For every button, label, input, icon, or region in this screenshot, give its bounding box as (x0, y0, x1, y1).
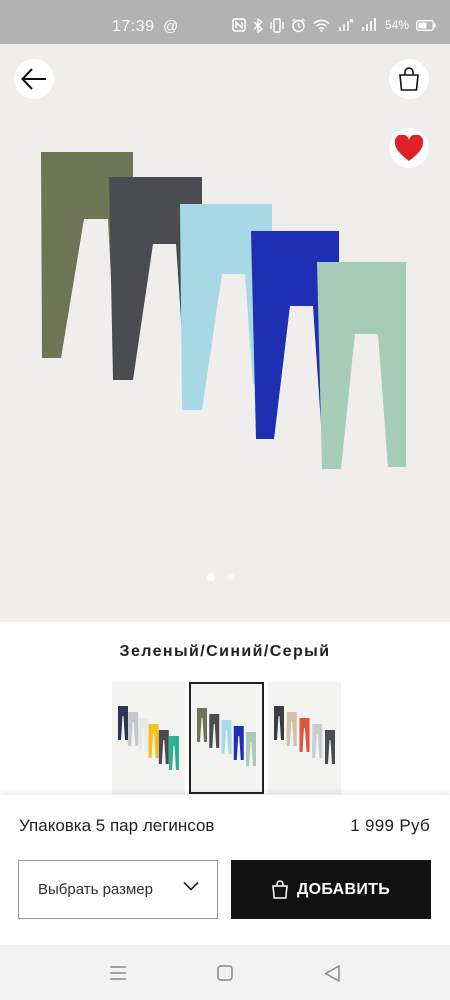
variant-legging (118, 706, 128, 740)
variant-legging (158, 730, 169, 764)
gallery-pagination (207, 573, 235, 581)
color-variant-thumbnail-selected[interactable] (189, 682, 264, 794)
favorite-button[interactable] (389, 128, 429, 168)
color-variant-thumbnail[interactable] (112, 682, 185, 794)
product-image-gallery[interactable] (0, 44, 450, 622)
add-to-bag-label: ДОБАВИТЬ (296, 880, 391, 898)
variant-legging (299, 718, 310, 752)
status-icons: 54% (232, 16, 436, 34)
variant-legging (312, 724, 323, 758)
alarm-icon (292, 17, 305, 32)
signal-2-icon (362, 18, 376, 31)
color-name: Зеленый/Синий/Серый (119, 643, 331, 660)
at-sign-icon: @ (163, 18, 179, 35)
variant-legging (197, 708, 207, 742)
home-icon[interactable] (215, 963, 235, 983)
battery-percent: 54% (385, 18, 410, 32)
wifi-icon (313, 19, 330, 32)
chevron-down-icon (183, 881, 199, 891)
variant-legging (286, 712, 297, 746)
product-image (41, 152, 406, 469)
variant-legging (128, 712, 139, 746)
bluetooth-icon (253, 17, 263, 33)
variant-legging (325, 730, 335, 764)
arrow-left-icon (21, 68, 46, 90)
add-to-bag-button[interactable]: ДОБАВИТЬ (231, 860, 431, 919)
color-variants (112, 682, 341, 794)
pagination-dot-active[interactable] (207, 573, 215, 581)
menu-icon[interactable] (108, 963, 128, 983)
purchase-panel: Упаковка 5 пар легинсов 1 999 Руб Выбрат… (0, 795, 450, 945)
size-select[interactable]: Выбрать размер (18, 860, 218, 919)
vibrate-icon (270, 17, 284, 33)
status-bar: 17:39 @ 54% (0, 0, 450, 44)
variant-legging (274, 706, 284, 740)
nfc-icon (232, 18, 246, 32)
system-navigation-bar (0, 945, 450, 1000)
color-variant-thumbnail[interactable] (268, 682, 341, 794)
battery-icon (416, 19, 436, 31)
variant-legging (138, 718, 149, 752)
variant-legging (246, 732, 256, 766)
variant-image (197, 708, 256, 766)
shopping-bag-icon (399, 67, 419, 91)
back-button[interactable] (14, 59, 54, 99)
size-select-label: Выбрать размер (38, 881, 153, 898)
heart-icon (394, 134, 424, 161)
shopping-bag-icon (272, 880, 288, 899)
back-icon[interactable] (322, 963, 342, 983)
variant-image (274, 706, 335, 764)
variant-legging (209, 714, 220, 748)
variant-image (118, 706, 179, 770)
product-name: Упаковка 5 пар легинсов (19, 816, 215, 835)
shopping-bag-button[interactable] (389, 59, 429, 99)
variant-legging (169, 736, 179, 770)
variant-legging (233, 726, 244, 760)
legging-mint (317, 262, 406, 469)
status-time: 17:39 (112, 18, 155, 35)
product-price: 1 999 Руб (350, 816, 430, 835)
pagination-dot[interactable] (227, 573, 235, 581)
variant-legging (221, 720, 232, 754)
variant-legging (148, 724, 159, 758)
signal-1-icon (339, 18, 353, 31)
